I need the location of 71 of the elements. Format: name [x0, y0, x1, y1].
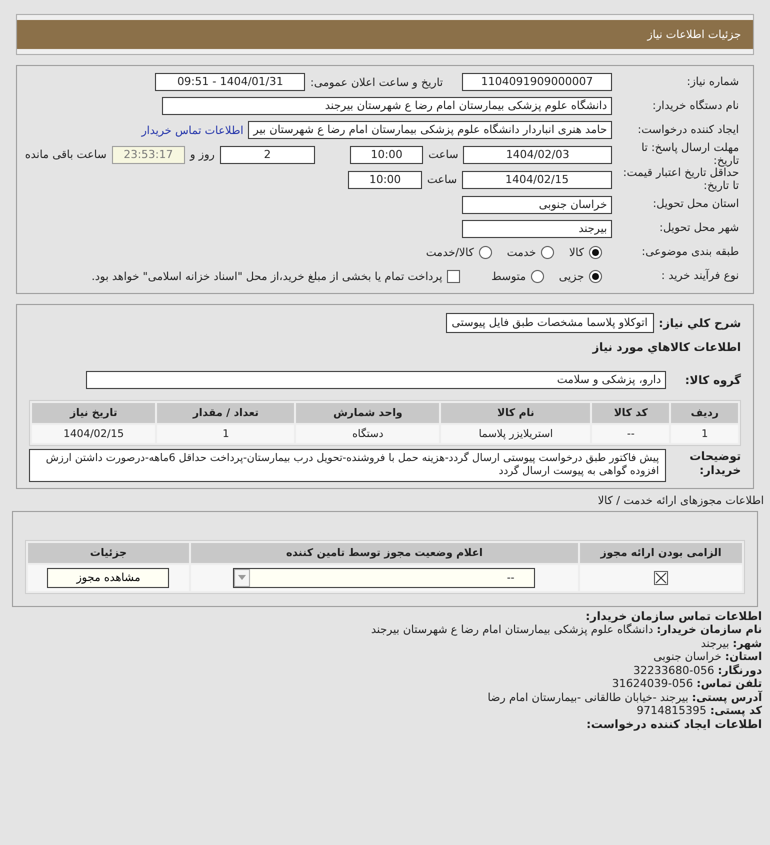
table-cell: -- [592, 424, 670, 443]
field-label: توضیحات خریدار: [688, 448, 741, 477]
field-label: روز و [190, 148, 215, 162]
radio-label: کالا/خدمت [426, 246, 474, 260]
table-cell: دستگاه [296, 424, 440, 443]
page-header: جزئیات اطلاعات نیاز [17, 20, 753, 49]
contact-title: اطلاعات ایجاد کننده درخواست: [585, 718, 762, 732]
field-label: نوع فرآیند خرید : [660, 270, 739, 283]
radio-button[interactable] [589, 270, 602, 284]
buyer-field: دانشگاه علوم پزشکی بیمارستان امام رضا ع شهرستان بیرجند [162, 97, 612, 115]
column-header: الزامی بودن ارائه مجوز [580, 542, 742, 563]
status-dropdown[interactable]: -- [233, 568, 536, 588]
contact-line: شهر: بیرجند [700, 636, 762, 650]
field-label: استان محل تحویل: [652, 198, 739, 211]
province-field: خراسان جنوبی [462, 196, 612, 214]
deadline-date-field: 1404/02/03 [463, 146, 612, 164]
section-title: اطلاعات کالاهاي مورد نياز [591, 340, 741, 354]
goods-group-field: دارو، پزشکی و سلامت [86, 370, 666, 389]
table-cell: 1 [157, 424, 294, 443]
deadline-time-field: 10:00 [350, 146, 424, 164]
contact-line: آدرس پستی: بیرجند -خیابان طالقانی -بیمارستان امام رضا [486, 690, 762, 704]
field-label: طبقه بندی موضوعی: [640, 246, 739, 259]
column-header: ردیف [671, 402, 738, 423]
column-header: جزئیات [28, 542, 189, 563]
radio-label: کالا [569, 246, 584, 260]
field-label: ساعت باقی مانده [24, 148, 107, 162]
checkbox-label: پرداخت تمام یا بخشی از مبلغ خرید،از محل "اسناد خزانه اسلامی" خواهد بود. [92, 270, 442, 284]
field-label: شرح کلي نياز: [658, 316, 741, 330]
days-field: 2 [220, 146, 315, 164]
buyer-notes-field: پیش فاکتور طبق درخواست پیوستی ارسال گردد-هزینه حمل با فروشنده-تحویل درب بیمارستان-پرداخت حداقل 6ماهه-درصورت داشتن ارزش افزوده گواهی به پیوست ارسال گردد [29, 448, 666, 482]
radio-button[interactable] [541, 246, 554, 260]
validity-time-field: 10:00 [348, 170, 422, 189]
need-number-field: 1104091909000007 [462, 73, 612, 91]
column-header: کد کالا [592, 402, 670, 423]
contact-line: استان: خراسان جنوبی [652, 650, 762, 664]
field-label: نام دستگاه خریدار: [651, 100, 739, 112]
buyer-contact-link[interactable]: اطلاعات تماس خریدار [142, 124, 244, 136]
column-header: نام کالا [441, 402, 590, 423]
countdown-field: 23:53:17 [112, 146, 185, 164]
section-title: اطلاعات مجوزهای ارائه خدمت / کالا [596, 494, 765, 507]
requester-field: حامد هنری انباردار دانشگاه علوم پزشکی بیمارستان امام رضا ع شهرستان بیر [248, 121, 612, 139]
radio-button[interactable] [530, 270, 544, 284]
announce-date-field: 1404/01/31 - 09:51 [155, 73, 306, 91]
table-cell: استریلایزر پلاسما [441, 424, 590, 443]
field-label: حداقل تاریخ اعتبار قیمت: تا تاریخ: [622, 167, 739, 193]
validity-date-field: 1404/02/15 [462, 170, 612, 189]
view-license-button[interactable]: مشاهده مجوز [47, 568, 170, 588]
field-label: ایجاد کننده درخواست: [636, 124, 739, 136]
contact-line: نام سازمان خریدار: دانشگاه علوم پزشکی بیمارستان امام رضا ع شهرستان بیرجند [370, 623, 762, 637]
field-label: تاریخ و ساعت اعلان عمومی: [310, 76, 443, 88]
field-label: گروه کالا: [684, 372, 741, 387]
radio-label: خدمت [506, 246, 536, 260]
column-header: اعلام وضعیت مجوز توسط تامین کننده [190, 542, 578, 563]
radio-button[interactable] [589, 246, 602, 260]
checkbox[interactable] [447, 270, 460, 284]
contact-title: اطلاعات تماس سازمان خریدار: [584, 610, 762, 623]
field-label: مهلت ارسال پاسخ: تا تاریخ: [640, 142, 739, 167]
radio-button[interactable] [478, 246, 492, 260]
column-header: تاریخ نیاز [32, 402, 156, 423]
field-label: ساعت [428, 148, 458, 162]
city-field: بیرجند [462, 220, 612, 238]
field-label: شهر محل تحویل: [658, 222, 739, 235]
field-label: ساعت [427, 173, 457, 186]
radio-label: جزیی [558, 270, 584, 284]
radio-label: متوسط [491, 270, 526, 284]
field-label: شماره نیاز: [686, 76, 739, 88]
table-cell: 1404/02/15 [32, 424, 156, 443]
need-summary-field: اتوکلاو پلاسما مشخصات طبق فایل پیوستی [446, 312, 654, 333]
column-header: تعداد / مقدار [157, 402, 294, 423]
column-header: واحد شمارش [296, 402, 440, 423]
table-cell: 1 [671, 424, 738, 443]
